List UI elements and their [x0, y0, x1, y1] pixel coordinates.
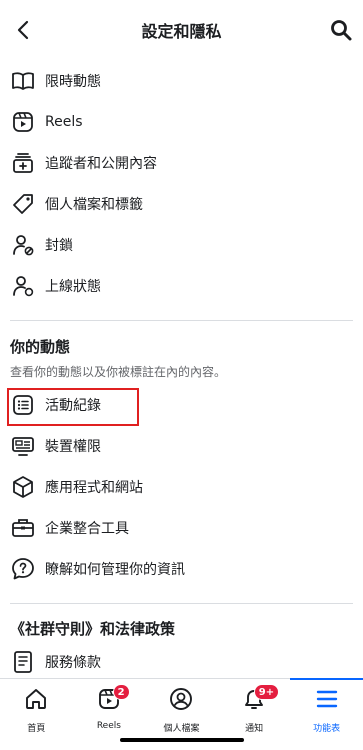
menu-item-stories[interactable]: 限時動態: [0, 60, 363, 101]
menu-item-label: 個人檔案和標籤: [45, 196, 143, 213]
tab-label: 通知: [245, 724, 264, 734]
book-icon: [10, 68, 36, 94]
info-help-icon: [10, 556, 36, 582]
notification-badge: 2: [112, 684, 130, 700]
reels-icon: [10, 109, 36, 135]
menu-item-label: 追蹤者和公開內容: [45, 155, 157, 172]
menu-item-label: 封鎖: [45, 237, 73, 254]
settings-list: 限時動態 Reels 追蹤者和公開內容 個人檔案和標籤 封鎖 上線狀態 你的動態…: [0, 60, 363, 682]
menu-item-profile-tagging[interactable]: 個人檔案和標籤: [0, 183, 363, 224]
document-icon: [10, 649, 36, 675]
menu-item-business-integrations[interactable]: 企業整合工具: [0, 507, 363, 548]
page-title: 設定和隱私: [141, 22, 222, 41]
tag-icon: [10, 191, 36, 217]
section-title-community-standards: 《社群守則》和法律政策: [10, 620, 176, 638]
menu-item-apps-websites[interactable]: 應用程式和網站: [0, 466, 363, 507]
section-title-your-activity: 你的動態: [10, 338, 71, 356]
menu-item-label: 上線狀態: [45, 278, 101, 295]
section-subtitle: 查看你的動態以及你被標註在內的內容。: [10, 365, 227, 379]
menu-item-followers[interactable]: 追蹤者和公開內容: [0, 142, 363, 183]
briefcase-icon: [10, 515, 36, 541]
menu-item-label: 企業整合工具: [45, 520, 129, 537]
menu-item-blocking[interactable]: 封鎖: [0, 224, 363, 265]
menu-item-label: 限時動態: [45, 73, 101, 90]
menu-item-label: 裝置權限: [45, 438, 101, 455]
tab-home[interactable]: 首頁: [0, 679, 73, 750]
menu-item-manage-info[interactable]: 瞭解如何管理你的資訊: [0, 548, 363, 589]
back-arrow-icon[interactable]: [12, 18, 36, 42]
home-icon: [24, 687, 48, 715]
menu-item-label: 瞭解如何管理你的資訊: [45, 561, 185, 578]
device-permissions-icon: [10, 433, 36, 459]
menu-item-device-permissions[interactable]: 裝置權限: [0, 425, 363, 466]
tab-label: 功能表: [313, 724, 341, 734]
menu-item-label: 服務條款: [45, 654, 101, 671]
home-indicator: [119, 738, 244, 742]
apps-websites-icon: [10, 474, 36, 500]
followers-icon: [10, 150, 36, 176]
menu-icon: [315, 687, 339, 715]
active-status-icon: [10, 273, 36, 299]
menu-item-reels[interactable]: Reels: [0, 101, 363, 142]
menu-item-active-status[interactable]: 上線狀態: [0, 265, 363, 306]
tab-label: Reels: [96, 721, 121, 731]
menu-item-label: Reels: [45, 113, 83, 130]
highlight-box: [7, 388, 139, 426]
tab-menu[interactable]: 功能表: [290, 678, 363, 750]
menu-item-terms-of-service[interactable]: 服務條款: [0, 641, 363, 682]
menu-item-label: 應用程式和網站: [45, 479, 143, 496]
block-user-icon: [10, 232, 36, 258]
profile-icon: [169, 687, 193, 715]
tab-label: 首頁: [27, 724, 46, 734]
search-icon[interactable]: [329, 18, 353, 42]
tab-label: 個人檔案: [163, 724, 200, 734]
notification-badge: 9+: [253, 684, 280, 700]
header: 設定和隱私: [0, 0, 363, 60]
